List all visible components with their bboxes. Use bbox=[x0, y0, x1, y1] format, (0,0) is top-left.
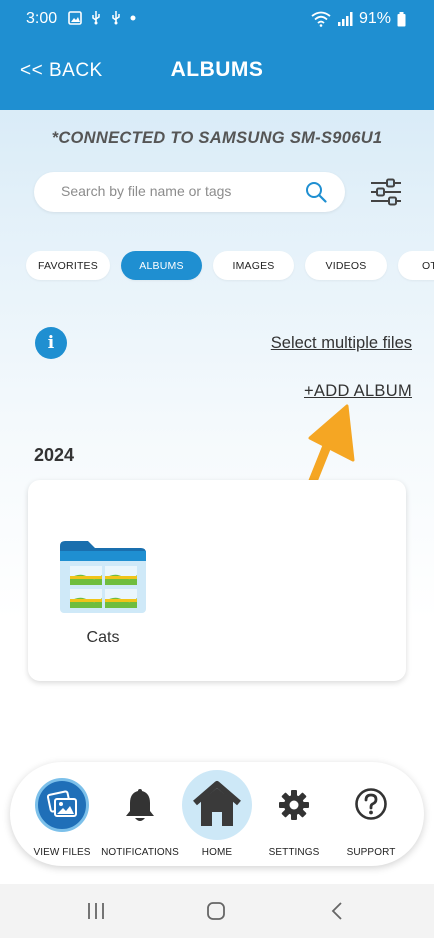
usb-icon bbox=[112, 11, 120, 25]
gallery-notification-icon bbox=[68, 10, 82, 25]
battery-icon bbox=[397, 11, 406, 26]
question-icon bbox=[355, 788, 387, 820]
nav-label: HOME bbox=[201, 847, 233, 858]
page-title: ALBUMS bbox=[170, 58, 264, 81]
tab-images[interactable]: IMAGES bbox=[213, 251, 294, 280]
nav-settings[interactable]: SETTINGS bbox=[250, 762, 338, 866]
filter-sliders-icon[interactable] bbox=[369, 177, 403, 207]
screen: 3:00 91% << BACK ALBUMS *CONNECTED TO SA… bbox=[0, 0, 434, 938]
gear-icon bbox=[279, 790, 309, 820]
system-navigation-bar bbox=[0, 884, 434, 938]
nav-notifications[interactable]: NOTIFICATIONS bbox=[96, 762, 184, 866]
search-input[interactable] bbox=[61, 183, 301, 199]
album-name[interactable]: Cats bbox=[58, 629, 148, 647]
status-right: 91% bbox=[311, 10, 406, 28]
connection-status: *CONNECTED TO SAMSUNG SM-S906U1 bbox=[51, 129, 383, 147]
nav-view-files[interactable]: VIEW FILES bbox=[15, 762, 109, 866]
tab-favorites[interactable]: FAVORITES bbox=[26, 251, 110, 280]
nav-label: SETTINGS bbox=[268, 847, 320, 858]
wifi-icon bbox=[311, 11, 331, 27]
info-icon[interactable]: i bbox=[35, 327, 67, 359]
recent-apps-icon[interactable] bbox=[84, 900, 108, 922]
nav-label: VIEW FILES bbox=[33, 847, 91, 858]
usb-icon bbox=[92, 11, 100, 25]
album-year-heading: 2024 bbox=[34, 445, 75, 465]
back-nav-icon[interactable] bbox=[326, 900, 350, 922]
home-icon bbox=[182, 770, 252, 840]
folder-icon[interactable] bbox=[58, 540, 148, 614]
select-multiple-files-link[interactable]: Select multiple files bbox=[271, 334, 412, 353]
signal-icon bbox=[337, 12, 353, 26]
nav-label: NOTIFICATIONS bbox=[101, 847, 179, 858]
category-tabs: FAVORITES ALBUMS IMAGES VIDEOS OT bbox=[26, 251, 434, 280]
tab-videos[interactable]: VIDEOS bbox=[305, 251, 387, 280]
nav-home[interactable]: HOME bbox=[173, 762, 261, 866]
nav-support[interactable]: SUPPORT bbox=[327, 762, 415, 866]
home-button-icon[interactable] bbox=[204, 900, 228, 922]
tab-albums[interactable]: ALBUMS bbox=[121, 251, 202, 280]
nav-label: SUPPORT bbox=[346, 847, 396, 858]
status-time: 3:00 bbox=[26, 10, 58, 27]
bottom-nav: VIEW FILES NOTIFICATIONS HOME SETTINGS S… bbox=[10, 762, 424, 866]
search-box[interactable] bbox=[34, 172, 345, 212]
search-icon[interactable] bbox=[305, 181, 327, 203]
dot-icon bbox=[130, 15, 136, 20]
status-bar: 3:00 91% bbox=[0, 0, 434, 38]
bell-icon bbox=[126, 789, 154, 821]
battery-percent: 91% bbox=[358, 10, 391, 27]
photos-icon bbox=[35, 778, 89, 832]
tab-other[interactable]: OT bbox=[398, 251, 434, 280]
status-notification-icons bbox=[68, 10, 136, 25]
app-header: << BACK ALBUMS bbox=[0, 38, 434, 110]
album-card: Cats bbox=[28, 480, 406, 681]
